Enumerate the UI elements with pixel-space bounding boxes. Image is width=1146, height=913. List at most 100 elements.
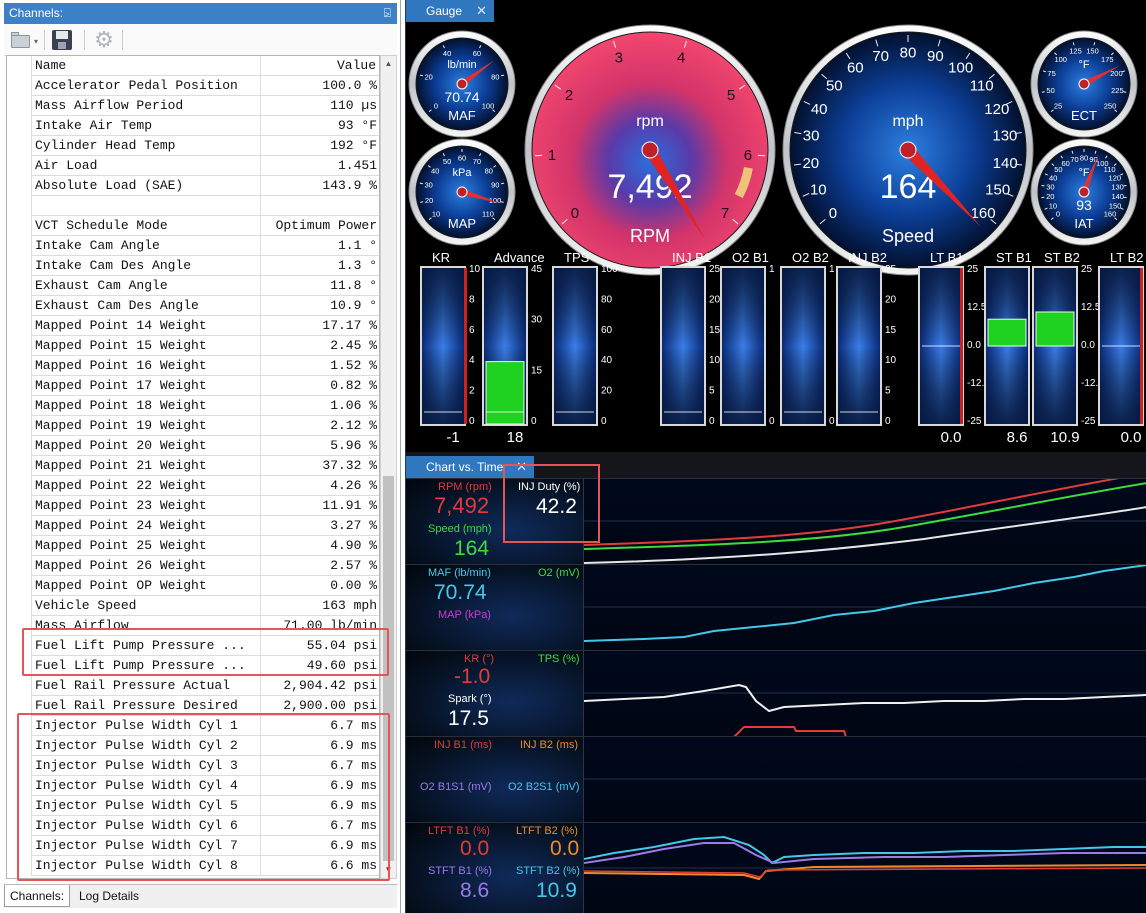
row-gutter [7,396,32,416]
close-icon[interactable]: ✕ [476,0,487,22]
row-gutter [7,676,32,696]
table-row[interactable]: Mapped Point 26 Weight 2.57 % [7,556,379,576]
table-row[interactable]: Accelerator Pedal Position 100.0 % [7,76,379,96]
folder-icon[interactable] [10,28,34,52]
tab-log-details[interactable]: Log Details [74,885,144,907]
table-row[interactable]: Intake Cam Angle 1.1 ° [7,236,379,256]
rpm-gauge: 0123 4567rpm7,492RPM [524,24,776,276]
bar-tick-label: 1 [829,264,835,275]
channel-value: 11.91 % [322,498,377,513]
channel-value: 1.06 % [330,398,377,413]
row-gutter [7,196,32,216]
save-icon[interactable] [50,28,74,52]
table-row[interactable]: Mapped Point OP Weight 0.00 % [7,576,379,596]
tab-gauge[interactable]: Gauge ✕ [406,0,494,22]
table-row[interactable]: Air Load 1.451 [7,156,379,176]
bar-gauge-label: O2 B1 [732,250,769,265]
bar-gauge-label: Advance [494,250,545,265]
chevron-down-icon[interactable]: ▾ [34,37,38,46]
row-gutter [7,376,32,396]
table-row[interactable]: Exhaust Cam Des Angle 10.9 ° [7,296,379,316]
gauge-panel: Gauge ✕ 0 20 40 60 80 100 lb/min MAF 70.… [405,0,1146,452]
maf-tick-label: 20 [425,73,433,82]
tab-channels[interactable]: Channels: [4,885,71,907]
table-row[interactable]: Mapped Point 21 Weight 37.32 % [7,456,379,476]
map-tick-label: 10 [432,210,440,219]
table-row[interactable]: Mapped Point 22 Weight 4.26 % [7,476,379,496]
channel-name: Mapped Point 26 Weight [35,556,261,576]
table-row[interactable]: Exhaust Cam Angle 11.8 ° [7,276,379,296]
maf-gauge: 0 20 40 60 80 100 lb/min MAF 70.74 [408,30,516,138]
channels-panel: Channels: ⍄ ▾ ⚙ Name Value Accelerator P… [0,0,401,913]
channel-name: Mapped Point 15 Weight [35,336,261,356]
inj-b1-series-label: INJ B1 (ms) [434,739,493,751]
inj-o2-plot [584,778,1146,780]
table-row[interactable]: Mapped Point 16 Weight 1.52 % [7,356,379,376]
table-row[interactable]: Mapped Point 15 Weight 2.45 % [7,336,379,356]
bar-tick-label: 4 [469,355,475,366]
row-gutter [7,456,32,476]
chart-strip-kr-spark[interactable]: KR (°) -1.0 TPS (%) Spark (°) 17.5 [406,650,1146,737]
bar-tick-label: 10 [885,355,897,366]
map-series-label: MAP (kPa) [438,609,491,621]
bar-tick-label: 5 [709,386,715,397]
bar-tick-label: 8 [469,294,475,305]
table-row[interactable]: Intake Air Temp 93 °F [7,116,379,136]
table-row[interactable]: Mapped Point 24 Weight 3.27 % [7,516,379,536]
channel-value: 1.52 % [330,358,377,373]
gear-icon[interactable]: ⚙ [92,28,116,52]
bar-tick-label: 0 [469,416,475,427]
bar-reading: 0.0 [941,429,962,446]
channel-name: Mass Airflow Period [35,96,261,116]
iat-tick-label: 10 [1049,201,1057,210]
table-row[interactable]: Mapped Point 14 Weight 17.17 % [7,316,379,336]
bar-tick-label: 0 [769,416,775,427]
bar-tick-label: 0.0 [967,340,981,351]
rpm-tick-label: 2 [565,87,573,104]
tps-series-label: TPS (%) [538,653,580,665]
chart-strip-inj-o2[interactable]: INJ B1 (ms) INJ B2 (ms) O2 B1S1 (mV) O2 … [406,736,1146,822]
ect-unit: °F [1078,59,1089,71]
table-row[interactable]: Absolute Load (SAE) 143.9 % [7,176,379,196]
scroll-up-icon[interactable]: ▲ [381,56,396,72]
column-header-value[interactable]: Value [261,56,379,76]
map-tick-label: 70 [473,157,481,166]
iat-tick-label: 140 [1111,192,1124,201]
table-row[interactable]: Mapped Point 23 Weight 11.91 % [7,496,379,516]
channel-value: 163 mph [322,598,377,613]
channels-title: Channels: [9,6,64,20]
speed-tick-label: 90 [927,48,944,65]
channel-value: 10.9 ° [330,298,377,313]
bar-tick-label: 40 [601,355,613,366]
table-row[interactable]: Fuel Rail Pressure Actual 2,904.42 psi [7,676,379,696]
chart-strip-maf-o2[interactable]: MAF (lb/min) 70.74 O2 (mV) MAP (kPa) [406,564,1146,650]
table-row[interactable]: Cylinder Head Temp 192 °F [7,136,379,156]
speed-tick-label: 10 [810,182,827,199]
bar-gauge-stb2: ST B22512.50.0-12.5-2510.9 [1032,250,1104,446]
highlight-inj-duty [503,464,600,543]
table-row[interactable]: Mapped Point 17 Weight 0.82 % [7,376,379,396]
table-row[interactable]: Mapped Point 25 Weight 4.90 % [7,536,379,556]
channels-toolbar: ▾ ⚙ [4,24,397,56]
bar-gauge-injb1: INJ B125 20 15 10 5 0 [660,250,721,427]
column-header-name[interactable]: Name [35,56,261,76]
channel-value: 4.26 % [330,478,377,493]
row-gutter [7,216,32,236]
bar-gauge-label: LT B1 [930,250,963,265]
speed-tick-label: 140 [993,155,1018,172]
channel-value: 5.96 % [330,438,377,453]
table-row[interactable]: VCT Schedule Mode Optimum Power [7,216,379,236]
table-row[interactable]: Mapped Point 19 Weight 2.12 % [7,416,379,436]
o2-series-label: O2 (mV) [538,567,580,579]
pin-icon[interactable]: ⍄ [384,3,391,24]
table-row[interactable]: Mapped Point 20 Weight 5.96 % [7,436,379,456]
channel-name: Mapped Point 16 Weight [35,356,261,376]
table-row[interactable]: Mapped Point 18 Weight 1.06 % [7,396,379,416]
chart-strip-fuel-trim[interactable]: LTFT B1 (%) 0.0 LTFT B2 (%) 0.0 STFT B1 … [406,822,1146,913]
table-row[interactable]: Intake Cam Des Angle 1.3 ° [7,256,379,276]
speed-series-value: 164 [454,537,490,560]
table-row[interactable] [7,196,379,216]
bar-gauge-stb1: ST B1 8.6 [984,250,1032,446]
table-row[interactable]: Vehicle Speed 163 mph [7,596,379,616]
table-row[interactable]: Mass Airflow Period 110 µs [7,96,379,116]
